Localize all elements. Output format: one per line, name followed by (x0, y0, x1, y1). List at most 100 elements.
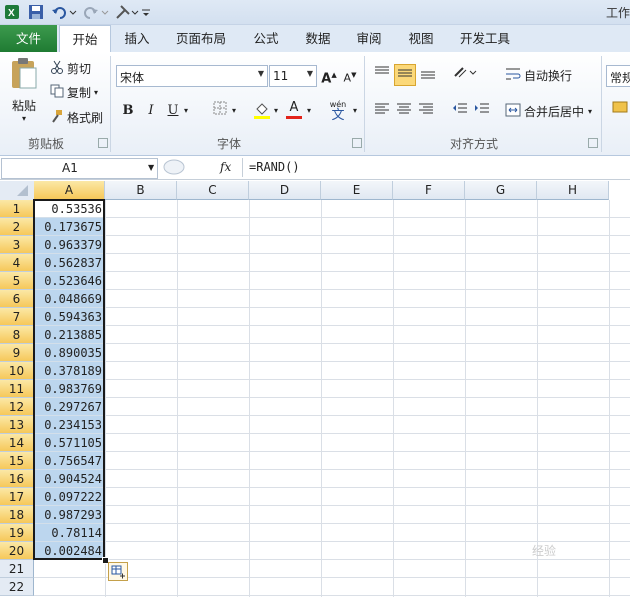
cell-a3[interactable]: 0.963379 (34, 236, 105, 254)
decrease-indent-button[interactable] (450, 101, 470, 121)
font-size-combo[interactable]: 11 ▼ (269, 65, 317, 87)
cell-a4[interactable]: 0.562837 (34, 254, 105, 272)
cell-a8[interactable]: 0.213885 (34, 326, 105, 344)
font-name-combo[interactable]: 宋体 ▼ (116, 65, 268, 87)
cells-area[interactable] (34, 200, 630, 597)
fill-color-dropdown-icon[interactable]: ▾ (271, 101, 281, 121)
cut-button[interactable]: 剪切 (50, 60, 91, 77)
italic-button[interactable]: I (141, 101, 161, 121)
formula-input[interactable]: =RAND() (242, 158, 630, 177)
row-header-2[interactable]: 2 (0, 218, 34, 236)
row-header-7[interactable]: 7 (0, 308, 34, 326)
paste-button[interactable]: 粘贴 ▾ (6, 56, 42, 130)
tab-home[interactable]: 开始 (59, 25, 111, 53)
row-header-5[interactable]: 5 (0, 272, 34, 290)
font-color-dropdown-icon[interactable]: ▾ (304, 101, 314, 121)
cell-a12[interactable]: 0.297267 (34, 398, 105, 416)
row-header-14[interactable]: 14 (0, 434, 34, 452)
name-box[interactable]: A1 ▼ (1, 158, 158, 179)
tab-view[interactable]: 视图 (398, 25, 444, 52)
row-header-3[interactable]: 3 (0, 236, 34, 254)
clipboard-launcher-icon[interactable] (98, 138, 108, 148)
cell-a19[interactable]: 0.78114 (34, 524, 105, 542)
cell-a16[interactable]: 0.904524 (34, 470, 105, 488)
align-bottom-button[interactable] (418, 64, 438, 84)
phonetic-dropdown-icon[interactable]: ▾ (350, 101, 360, 121)
row-header-20[interactable]: 20 (0, 542, 34, 560)
tab-developer[interactable]: 开发工具 (452, 25, 518, 52)
worksheet-grid[interactable]: ABCDEFGH 1 2 3 4 5 6 7 8 9 10 11 12 13 14 15 16 17 18 19 20… (0, 181, 630, 597)
grow-font-button[interactable]: A▲ (319, 65, 339, 86)
column-header-a[interactable]: A (34, 181, 105, 200)
cell-a17[interactable]: 0.097222 (34, 488, 105, 506)
tab-insert[interactable]: 插入 (114, 25, 160, 52)
column-header-g[interactable]: G (465, 181, 537, 200)
tab-file[interactable]: 文件 (0, 25, 57, 52)
shrink-font-button[interactable]: A▼ (340, 65, 360, 85)
select-all-corner[interactable] (0, 181, 35, 201)
column-header-e[interactable]: E (321, 181, 393, 200)
row-header-10[interactable]: 10 (0, 362, 34, 380)
fill-color-button[interactable] (252, 101, 272, 121)
cell-a10[interactable]: 0.378189 (34, 362, 105, 380)
undo-button[interactable] (50, 3, 78, 21)
insert-function-button[interactable]: fx (220, 160, 231, 174)
cell-a18[interactable]: 0.987293 (34, 506, 105, 524)
row-header-8[interactable]: 8 (0, 326, 34, 344)
cell-a15[interactable]: 0.756547 (34, 452, 105, 470)
tab-review[interactable]: 审阅 (346, 25, 392, 52)
currency-format-button[interactable] (610, 99, 630, 119)
row-header-6[interactable]: 6 (0, 290, 34, 308)
column-header-d[interactable]: D (249, 181, 321, 200)
tab-formulas[interactable]: 公式 (243, 25, 289, 52)
orientation-button[interactable] (452, 64, 478, 84)
underline-dropdown-icon[interactable]: ▾ (181, 101, 191, 121)
phonetic-button[interactable]: wén 文 (326, 99, 350, 122)
column-header-b[interactable]: B (105, 181, 177, 200)
font-color-button[interactable]: A (284, 99, 304, 119)
copy-button[interactable]: 复制 ▾ (50, 84, 98, 101)
number-format-combo[interactable]: 常规 (606, 65, 630, 87)
alignment-launcher-icon[interactable] (588, 138, 598, 148)
row-header-21[interactable]: 21 (0, 560, 34, 578)
format-painter-button[interactable]: 格式刷 (50, 109, 103, 126)
cell-a11[interactable]: 0.983769 (34, 380, 105, 398)
tab-data[interactable]: 数据 (295, 25, 341, 52)
align-top-button[interactable] (372, 64, 392, 84)
row-header-19[interactable]: 19 (0, 524, 34, 542)
font-launcher-icon[interactable] (352, 138, 362, 148)
cell-a13[interactable]: 0.234153 (34, 416, 105, 434)
row-header-1[interactable]: 1 (0, 200, 34, 218)
tools-icon[interactable] (114, 3, 140, 21)
cell-a6[interactable]: 0.048669 (34, 290, 105, 308)
redo-button[interactable] (82, 3, 110, 21)
border-dropdown-icon[interactable]: ▾ (229, 101, 239, 121)
bold-button[interactable]: B (118, 101, 138, 121)
row-header-16[interactable]: 16 (0, 470, 34, 488)
cell-a2[interactable]: 0.173675 (34, 218, 105, 236)
save-icon[interactable] (27, 3, 45, 21)
column-header-f[interactable]: F (393, 181, 465, 200)
cell-a20[interactable]: 0.002484 (34, 542, 105, 560)
row-header-17[interactable]: 17 (0, 488, 34, 506)
cell-a14[interactable]: 0.571105 (34, 434, 105, 452)
row-header-18[interactable]: 18 (0, 506, 34, 524)
row-header-13[interactable]: 13 (0, 416, 34, 434)
align-left-button[interactable] (372, 101, 392, 121)
align-middle-button[interactable] (394, 64, 416, 86)
increase-indent-button[interactable] (472, 101, 492, 121)
border-button[interactable] (210, 101, 230, 121)
column-header-h[interactable]: H (537, 181, 609, 200)
merge-center-button[interactable]: 合并后居中 ▾ (505, 103, 592, 120)
wrap-text-button[interactable]: 自动换行 (505, 67, 572, 84)
cell-a7[interactable]: 0.594363 (34, 308, 105, 326)
tab-page-layout[interactable]: 页面布局 (170, 25, 232, 52)
row-header-15[interactable]: 15 (0, 452, 34, 470)
auto-fill-options-button[interactable] (108, 562, 128, 581)
underline-button[interactable]: U (163, 101, 183, 121)
row-header-22[interactable]: 22 (0, 578, 34, 596)
row-header-4[interactable]: 4 (0, 254, 34, 272)
customize-toolbar-icon[interactable] (140, 3, 152, 21)
align-center-button[interactable] (394, 101, 414, 121)
row-header-11[interactable]: 11 (0, 380, 34, 398)
